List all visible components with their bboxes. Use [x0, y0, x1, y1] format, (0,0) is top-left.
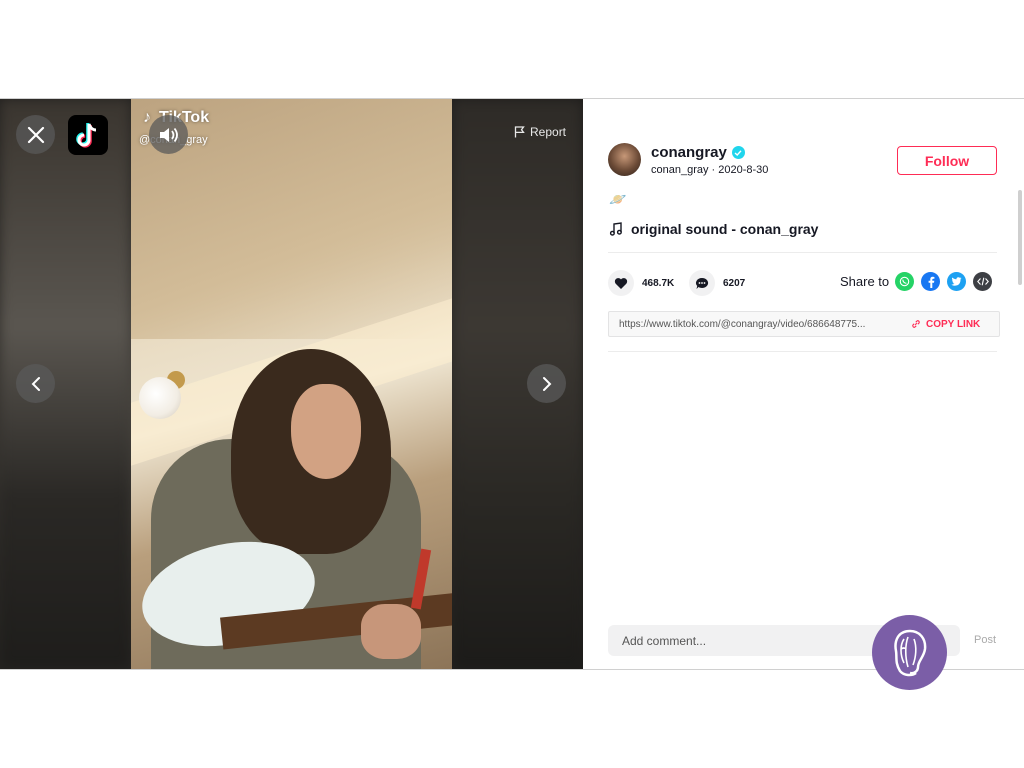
details-panel: conangray conan_gray · 2020-8-30 Follow …: [583, 99, 1024, 669]
music-label: original sound - conan_gray: [631, 221, 819, 237]
chevron-right-icon: [542, 376, 551, 391]
follow-button[interactable]: Follow: [897, 146, 997, 175]
verified-badge-icon: [731, 146, 745, 159]
tiktok-logo[interactable]: [68, 115, 108, 155]
copy-link-label: COPY LINK: [926, 318, 981, 330]
close-icon: [27, 126, 44, 143]
music-link[interactable]: original sound - conan_gray: [609, 221, 818, 237]
copy-link-button[interactable]: COPY LINK: [911, 319, 980, 330]
comment-button[interactable]: [689, 270, 715, 296]
avatar[interactable]: [608, 143, 641, 176]
author-username[interactable]: conangray: [651, 144, 745, 161]
previous-video-button[interactable]: [16, 364, 55, 403]
author-handle-date: conan_gray · 2020-8-30: [651, 164, 769, 176]
share-label: Share to: [840, 274, 890, 289]
video-viewer: ♪TikTok @conan_gray: [0, 98, 1024, 670]
music-note-icon: [609, 222, 622, 236]
video-player[interactable]: ♪TikTok @conan_gray: [131, 99, 452, 669]
wall-lamp: [139, 377, 181, 419]
comment-icon: [696, 277, 709, 289]
sound-toggle-button[interactable]: [149, 115, 188, 154]
report-label: Report: [530, 125, 567, 139]
video-stage: ♪TikTok @conan_gray: [0, 99, 583, 669]
caption-emoji: 🪐: [609, 191, 627, 207]
report-button[interactable]: Report: [514, 125, 566, 139]
face-profile-icon: [893, 629, 926, 676]
twitter-icon[interactable]: [947, 272, 966, 291]
tiktok-logo-icon: [76, 123, 97, 148]
chevron-left-icon: [31, 376, 40, 391]
singer-face: [291, 384, 361, 479]
link-icon: [912, 320, 920, 328]
like-button[interactable]: [608, 270, 634, 296]
divider: [608, 351, 997, 352]
brand-badge: [872, 615, 947, 690]
facebook-icon[interactable]: [921, 272, 940, 291]
speaker-icon: [159, 127, 178, 142]
likes-stat: 468.7K: [608, 270, 674, 296]
embed-icon[interactable]: [973, 272, 992, 291]
likes-count: 468.7K: [642, 277, 675, 289]
comments-stat: 6207: [689, 270, 745, 296]
heart-icon: [614, 277, 628, 289]
whatsapp-icon[interactable]: [895, 272, 914, 291]
next-video-button[interactable]: [527, 364, 566, 403]
share-link-url[interactable]: https://www.tiktok.com/@conangray/video/…: [609, 319, 907, 330]
share-link-box: https://www.tiktok.com/@conangray/video/…: [608, 311, 1000, 337]
comments-count: 6207: [723, 277, 746, 289]
page-scrollbar[interactable]: [1018, 190, 1022, 285]
flag-icon: [514, 126, 525, 138]
close-button[interactable]: [16, 115, 55, 154]
divider: [608, 252, 997, 253]
post-comment-button[interactable]: Post: [974, 634, 996, 646]
